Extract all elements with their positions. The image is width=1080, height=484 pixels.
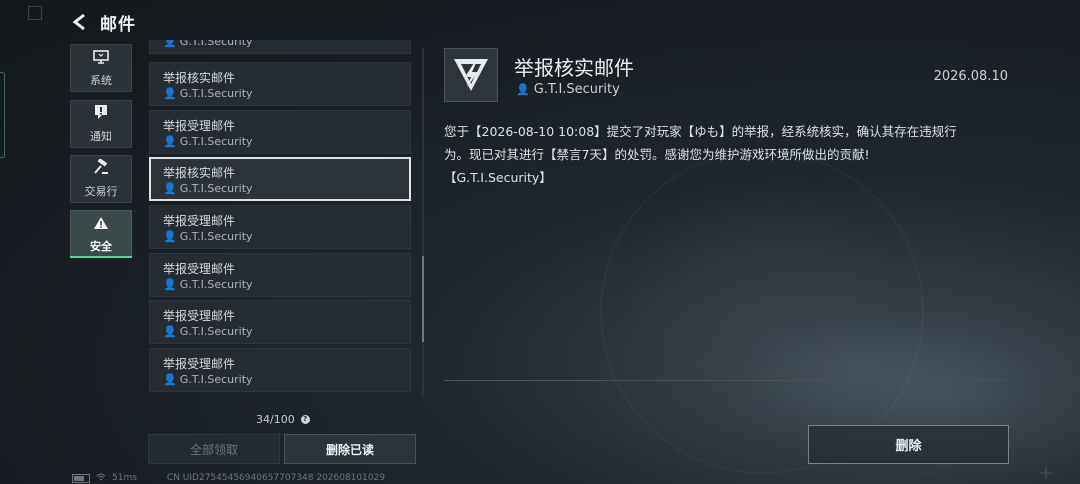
mail-detail-title: 举报核实邮件 xyxy=(514,56,634,80)
mail-title: 举报受理邮件 xyxy=(163,119,236,133)
user-icon: 👤 xyxy=(163,373,177,386)
divider xyxy=(444,380,1008,381)
list-item[interactable]: 举报受理邮件 👤 G.T.I.Security xyxy=(149,110,411,154)
user-icon: 👤 xyxy=(163,278,177,291)
list-item[interactable]: 举报核实邮件 👤 G.T.I.Security xyxy=(149,62,411,106)
user-icon: 👤 xyxy=(163,230,177,243)
user-icon: 👤 xyxy=(163,135,177,148)
corner-mark xyxy=(28,6,42,20)
mail-title: 举报受理邮件 xyxy=(163,309,236,323)
header: 邮件 xyxy=(70,8,136,36)
mail-date: 2026.08.10 xyxy=(933,69,1008,84)
mail-title: 举报核实邮件 xyxy=(163,166,236,180)
mail-sender: 👤 G.T.I.Security xyxy=(163,40,253,48)
mail-sender: 👤 G.T.I.Security xyxy=(163,230,253,243)
tab-notice[interactable]: 通知 xyxy=(70,100,132,148)
alert-message-icon xyxy=(94,104,108,124)
mail-body-line: 您于【2026-08-10 10:08】提交了对玩家【ゆも】的举报，经系统核实，… xyxy=(444,124,957,139)
list-item[interactable]: 举报受理邮件 👤 G.T.I.Security xyxy=(149,253,411,297)
uid-text: CN UID27545456940657707348 202608101029 xyxy=(166,473,386,483)
mail-sender: 👤 G.T.I.Security xyxy=(163,325,253,338)
security-shield-logo-icon xyxy=(454,59,488,91)
tab-security[interactable]: 安全 xyxy=(70,210,132,258)
mail-detail-sender: 👤 G.T.I.Security xyxy=(516,82,620,97)
monitor-icon xyxy=(93,49,109,68)
list-scrollbar-track xyxy=(422,48,424,398)
claim-all-button[interactable]: 全部领取 xyxy=(148,434,280,464)
user-icon: 👤 xyxy=(516,83,530,96)
user-icon: 👤 xyxy=(163,87,177,100)
page-title: 邮件 xyxy=(100,14,136,35)
tab-trading[interactable]: 交易行 xyxy=(70,155,132,203)
list-item-selected[interactable]: 举报核实邮件 👤 G.T.I.Security xyxy=(149,157,411,201)
status-bar: 51ms CN UID27545456940657707348 20260810… xyxy=(72,472,385,484)
mail-body: 您于【2026-08-10 10:08】提交了对玩家【ゆも】的举报，经系统核实，… xyxy=(444,120,1014,189)
plus-icon xyxy=(1040,464,1052,479)
left-edge-handle xyxy=(0,72,5,158)
user-icon: 👤 xyxy=(163,325,177,338)
sender-logo xyxy=(444,48,498,102)
user-icon: 👤 xyxy=(163,40,177,48)
mail-count: 34/100 ? xyxy=(256,413,310,426)
list-scrollbar-thumb[interactable] xyxy=(422,256,424,342)
mail-sender: 👤 G.T.I.Security xyxy=(163,135,253,148)
delete-button[interactable]: 删除 xyxy=(808,425,1009,464)
wifi-icon xyxy=(96,473,106,484)
mail-body-line: 【G.T.I.Security】 xyxy=(444,170,552,185)
mail-sender: 👤 G.T.I.Security xyxy=(163,278,253,291)
help-icon[interactable]: ? xyxy=(300,415,310,424)
mail-title: 举报核实邮件 xyxy=(163,71,236,85)
list-item[interactable]: 👤 G.T.I.Security xyxy=(149,40,411,54)
list-item[interactable]: 举报受理邮件 👤 G.T.I.Security xyxy=(149,300,411,344)
tab-label: 系统 xyxy=(90,73,112,87)
mail-list[interactable]: 👤 G.T.I.Security 举报核实邮件 👤 G.T.I.Security 举… xyxy=(148,40,414,402)
mail-body-line: 为。现已对其进行【禁言7天】的处罚。感谢您为维护游戏环境所做出的贡献! xyxy=(444,147,870,162)
tab-label: 安全 xyxy=(90,239,112,253)
tab-label: 交易行 xyxy=(84,185,118,198)
mail-sender: 👤 G.T.I.Security xyxy=(163,87,253,100)
delete-read-button[interactable]: 删除已读 xyxy=(284,434,416,464)
back-arrow-icon[interactable] xyxy=(70,12,90,32)
mail-title: 举报受理邮件 xyxy=(163,357,236,371)
tab-system[interactable]: 系统 xyxy=(70,44,132,92)
mail-sender: 👤 G.T.I.Security xyxy=(163,373,253,386)
tab-label: 通知 xyxy=(90,130,112,143)
warning-triangle-icon xyxy=(93,215,109,234)
mail-title: 举报受理邮件 xyxy=(163,262,236,276)
list-item[interactable]: 举报受理邮件 👤 G.T.I.Security xyxy=(149,348,411,392)
user-icon: 👤 xyxy=(163,182,177,195)
mail-title: 举报受理邮件 xyxy=(163,214,236,228)
active-tab-indicator xyxy=(70,256,132,258)
list-item[interactable]: 举报受理邮件 👤 G.T.I.Security xyxy=(149,205,411,249)
battery-icon xyxy=(72,473,90,483)
gavel-icon xyxy=(93,158,109,179)
mail-sender: 👤 G.T.I.Security xyxy=(163,182,253,195)
ping-text: 51ms xyxy=(112,473,137,483)
